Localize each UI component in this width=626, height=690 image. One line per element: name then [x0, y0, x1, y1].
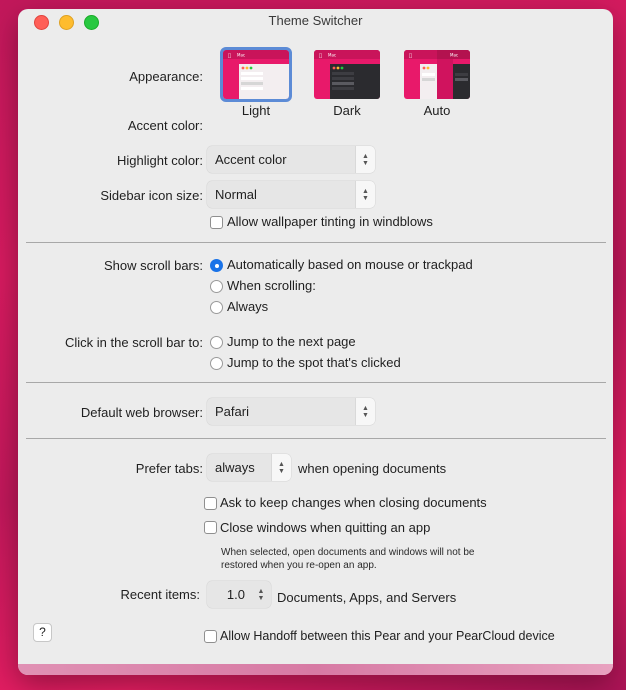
light-thumb-menu-text: Mac [237, 53, 245, 58]
scroll-when-scrolling-label: When scrolling: [227, 278, 316, 293]
recent-items-value: 1.0 [226, 587, 245, 602]
jump-to-spot-label: Jump to the spot that's clicked [227, 355, 401, 370]
title-bar: Theme Switcher [18, 9, 613, 33]
window-title: Theme Switcher [268, 13, 363, 28]
help-button[interactable]: ? [33, 623, 52, 642]
default-browser-label: Default web browser: [80, 405, 203, 420]
close-windows-note: When selected, open documents and window… [221, 546, 521, 572]
show-scroll-bars-label: Show scroll bars: [104, 258, 203, 273]
chevron-updown-icon: ▲ ▼ [355, 146, 375, 173]
prefer-tabs-suffix: when opening documents [298, 461, 447, 476]
prefer-tabs-select[interactable]: always ▲ ▼ [207, 454, 291, 481]
svg-text::  [409, 53, 412, 59]
close-windows-note-line2: restored when you re-open an app. [221, 560, 377, 571]
appearance-auto-caption: Auto [423, 103, 451, 118]
appearance-dark-thumbnail[interactable]:  Mac [314, 50, 380, 99]
svg-text::  [228, 53, 231, 59]
appearance-label: Appearance: [129, 69, 203, 84]
ask-keep-changes-label: Ask to keep changes when closing documen… [220, 495, 487, 510]
recent-items-suffix: Documents, Apps, and Servers [277, 590, 457, 605]
jump-next-page-label: Jump to the next page [227, 334, 356, 349]
dark-thumb-menu-text: Mac [328, 53, 336, 58]
handoff-checkbox[interactable] [204, 630, 217, 643]
divider [26, 382, 606, 383]
svg-text::  [319, 53, 322, 59]
click-scroll-bar-label: Click in the scroll bar to: [65, 335, 203, 350]
sidebar-icon-size-label: Sidebar icon size: [100, 188, 203, 203]
scroll-always-label: Always [227, 299, 269, 314]
divider [26, 242, 606, 243]
chevron-updown-icon: ▲ ▼ [257, 587, 265, 602]
chevron-updown-icon: ▲ ▼ [271, 454, 291, 481]
highlight-color-label: Highlight color: [117, 153, 203, 168]
chevron-updown-icon: ▲ ▼ [355, 398, 375, 425]
appearance-light-thumbnail[interactable]:  Mac [220, 47, 292, 102]
appearance-dark-caption: Dark [333, 103, 361, 118]
prefer-tabs-value: always [215, 460, 255, 475]
accent-color-label: Accent color: [127, 118, 203, 133]
scroll-auto-radio[interactable] [210, 259, 223, 272]
close-windows-label: Close windows when quitting an app [220, 520, 431, 535]
handoff-label: Allow Handoff between this Pear and your… [220, 629, 555, 643]
default-browser-value: Pafari [215, 404, 249, 419]
close-windows-checkbox[interactable] [204, 521, 217, 534]
wallpaper-tinting-label: Allow wallpaper tinting in windblows [227, 214, 433, 229]
divider [26, 438, 606, 439]
sidebar-icon-size-value: Normal [215, 187, 257, 202]
wallpaper-tinting-checkbox[interactable] [210, 216, 223, 229]
sidebar-icon-size-select[interactable]: Normal ▲ ▼ [207, 181, 375, 208]
scroll-auto-label: Automatically based on mouse or trackpad [227, 257, 473, 272]
appearance-light-caption: Light [241, 103, 271, 118]
scroll-always-radio[interactable] [210, 301, 223, 314]
default-browser-select[interactable]: Pafari ▲ ▼ [207, 398, 375, 425]
appearance-auto-thumbnail[interactable]:  Mac [404, 50, 470, 99]
jump-to-spot-radio[interactable] [210, 357, 223, 370]
auto-thumb-menu-text: Mac [450, 53, 458, 58]
preferences-window: Theme Switcher Appearance:  Mac  Mac [18, 9, 613, 675]
highlight-color-select[interactable]: Accent color ▲ ▼ [207, 146, 375, 173]
jump-next-page-radio[interactable] [210, 336, 223, 349]
close-windows-note-line1: When selected, open documents and window… [221, 547, 475, 558]
window-bottom-strip [18, 664, 613, 675]
recent-items-stepper[interactable]: 1.0 ▲ ▼ [207, 581, 271, 608]
prefer-tabs-label: Prefer tabs: [135, 461, 203, 476]
chevron-updown-icon: ▲ ▼ [355, 181, 375, 208]
ask-keep-changes-checkbox[interactable] [204, 497, 217, 510]
recent-items-label: Recent items: [120, 587, 200, 602]
scroll-when-scrolling-radio[interactable] [210, 280, 223, 293]
highlight-color-value: Accent color [215, 152, 287, 167]
